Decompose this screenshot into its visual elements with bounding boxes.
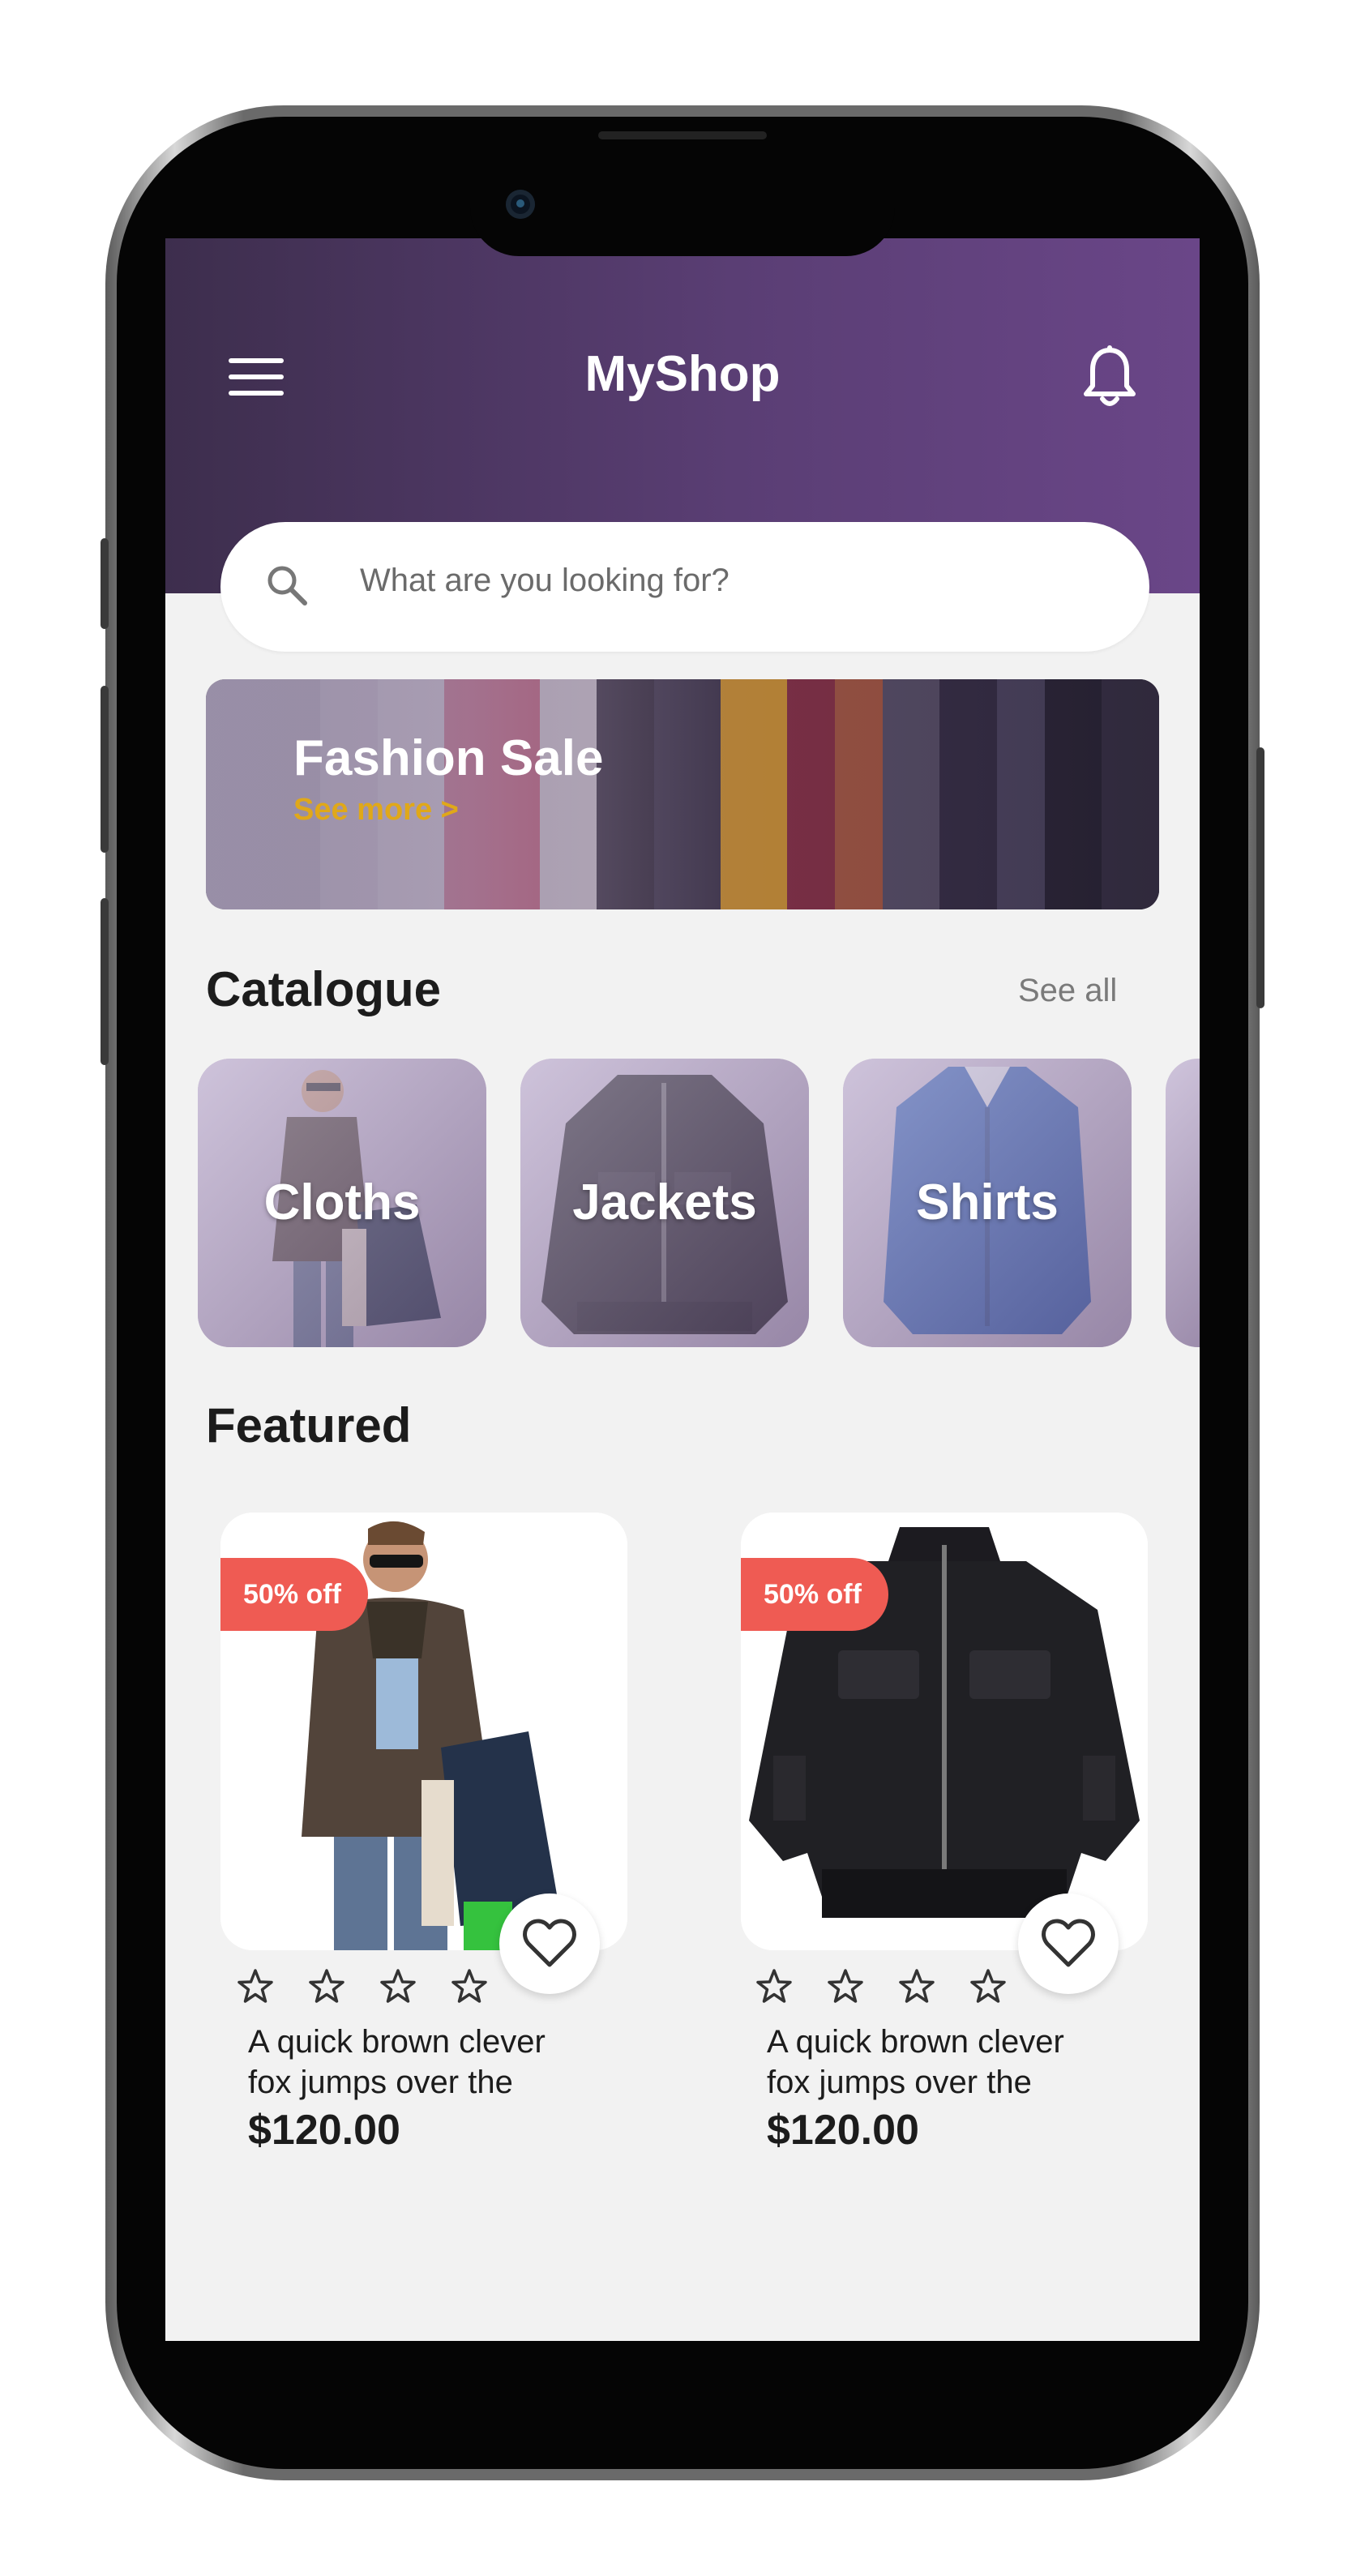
catalogue-item-jackets[interactable]: Jackets xyxy=(520,1059,809,1347)
phone-speaker xyxy=(598,131,767,139)
discount-badge-1: 50% off xyxy=(220,1558,368,1631)
catalogue-label-shirts: Shirts xyxy=(916,1175,1059,1230)
star-icon xyxy=(380,1969,416,2003)
star-icon xyxy=(451,1969,487,2003)
catalogue-item-shirts[interactable]: Shirts xyxy=(843,1059,1132,1347)
rating-stars-2 xyxy=(755,1968,1007,2009)
star-icon xyxy=(899,1969,935,2003)
phone-mute-switch xyxy=(101,538,109,629)
product-price-2: $120.00 xyxy=(767,2107,919,2154)
product-name-2: A quick brown clever fox jumps over the xyxy=(767,2024,1064,2100)
banner-title: Fashion Sale xyxy=(293,730,604,786)
product-card-2[interactable]: 50% off xyxy=(741,1513,1148,1950)
catalogue-label-cloths: Cloths xyxy=(263,1175,421,1230)
star-icon xyxy=(970,1969,1006,2003)
phone-notch xyxy=(470,122,895,256)
catalogue-item-cloths[interactable]: Cloths xyxy=(198,1059,486,1347)
catalogue-section-title: Catalogue xyxy=(206,962,442,1016)
camera-lens xyxy=(516,199,524,208)
phone-power-button xyxy=(1256,747,1264,1008)
rating-stars-1 xyxy=(237,1968,488,2009)
product-price-1: $120.00 xyxy=(248,2107,400,2154)
partial-item-tint xyxy=(1166,1059,1200,1347)
star-icon xyxy=(756,1969,792,2003)
product-name-1: A quick brown clever fox jumps over the xyxy=(248,2024,546,2100)
promo-banner[interactable]: Fashion Sale See more > xyxy=(206,679,1159,909)
favorite-button-1[interactable] xyxy=(499,1893,600,1994)
star-icon xyxy=(237,1969,273,2003)
phone-volume-down-button xyxy=(101,898,109,1065)
banner-see-more-link[interactable]: See more > xyxy=(293,793,459,828)
star-icon xyxy=(309,1969,344,2003)
app-screen: MyShop What are you looking for? Fashion… xyxy=(165,238,1200,2341)
search-icon xyxy=(263,561,311,610)
heart-icon xyxy=(523,1919,576,1967)
app-title: MyShop xyxy=(584,346,781,402)
heart-icon xyxy=(1042,1919,1095,1967)
catalogue-label-jackets: Jackets xyxy=(572,1175,757,1230)
star-icon xyxy=(828,1969,863,2003)
search-bar[interactable]: What are you looking for? xyxy=(220,522,1149,652)
phone-volume-up-button xyxy=(101,686,109,853)
see-all-link[interactable]: See all xyxy=(1018,973,1117,1009)
favorite-button-2[interactable] xyxy=(1018,1893,1119,1994)
product-card-1[interactable]: 50% off xyxy=(220,1513,627,1950)
featured-section-title: Featured xyxy=(206,1398,412,1453)
catalogue-item-partial[interactable] xyxy=(1166,1059,1200,1347)
bell-icon[interactable] xyxy=(1081,344,1138,409)
discount-badge-2: 50% off xyxy=(741,1558,888,1631)
search-input[interactable]: What are you looking for? xyxy=(360,563,730,599)
